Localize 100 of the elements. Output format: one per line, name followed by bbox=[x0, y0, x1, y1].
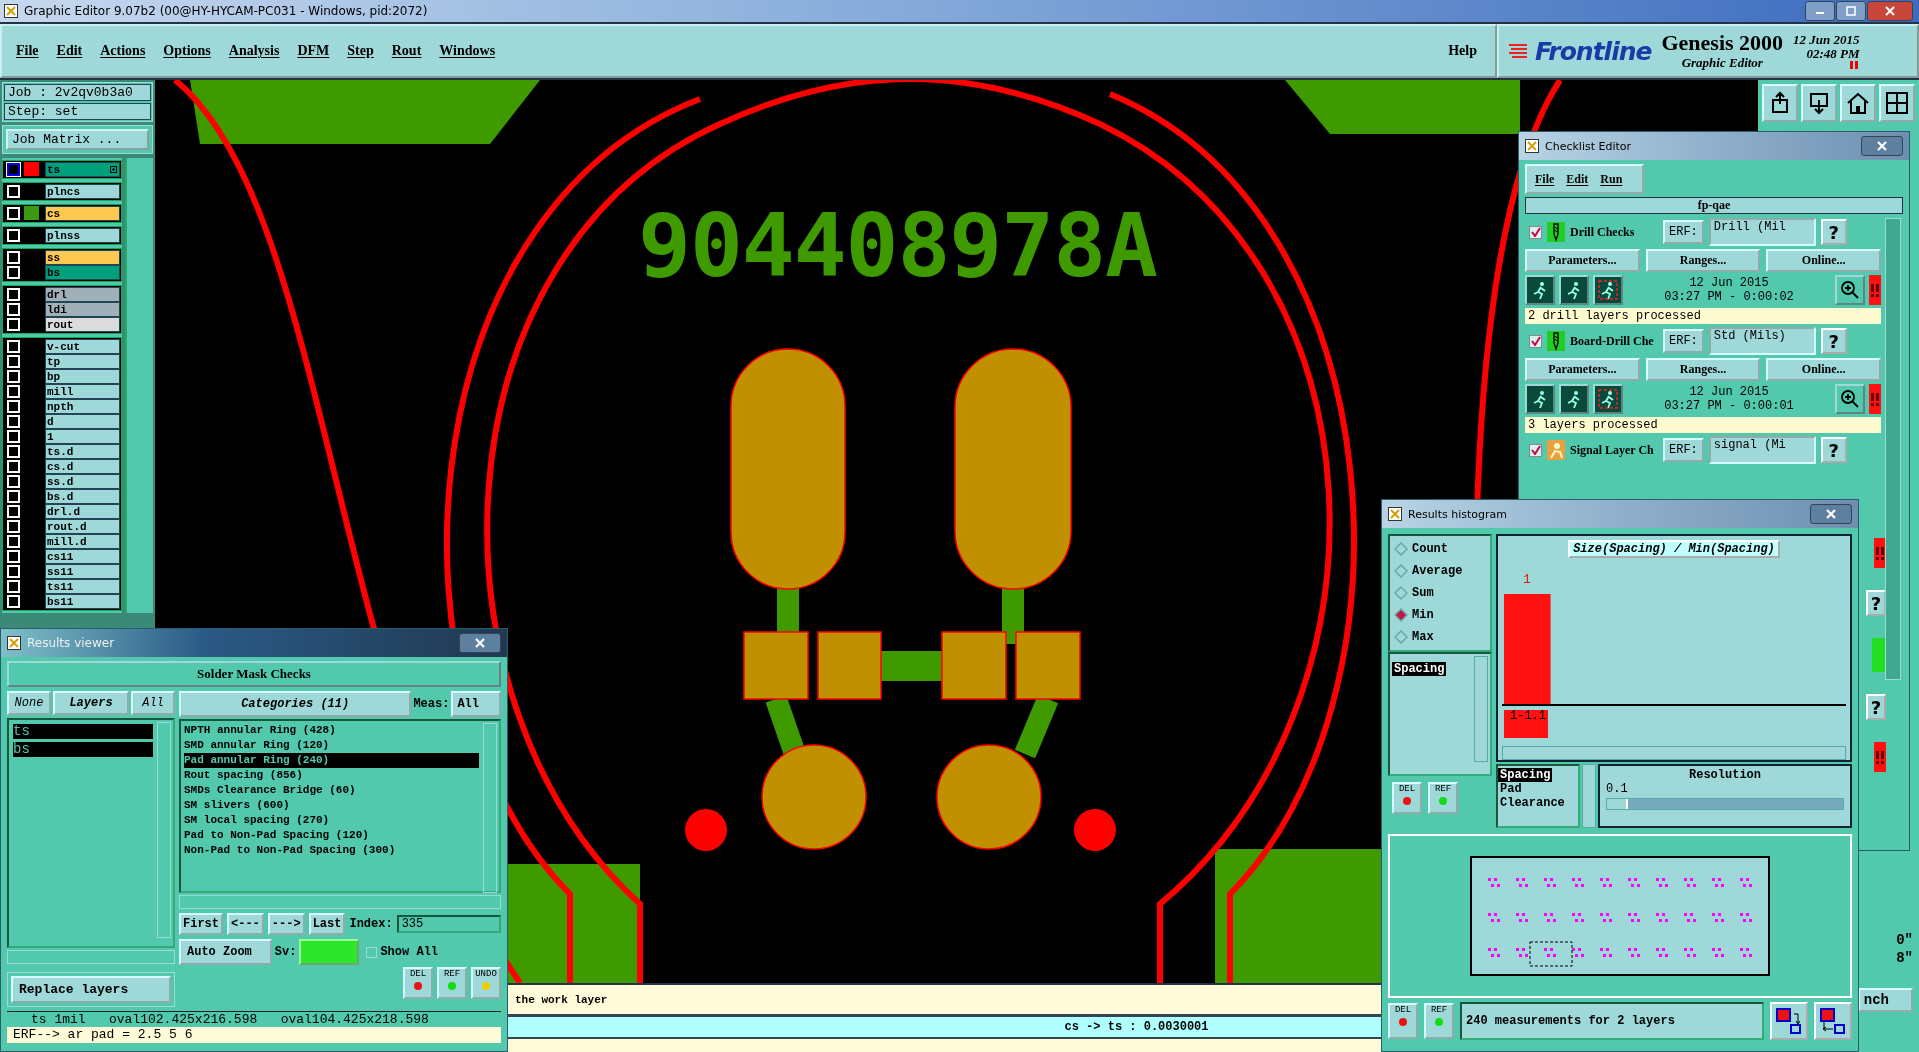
run-button[interactable] bbox=[1525, 384, 1555, 414]
layer-name[interactable]: plnss bbox=[45, 227, 121, 243]
menu-item[interactable]: DFM bbox=[297, 43, 330, 59]
menu-item[interactable]: Actions bbox=[100, 43, 146, 59]
close-button[interactable] bbox=[1810, 504, 1852, 524]
list-item[interactable]: Pad annular Ring (240) bbox=[184, 753, 479, 768]
checklist-button[interactable]: Online... bbox=[1766, 358, 1881, 381]
scrollbar[interactable] bbox=[7, 950, 175, 964]
scrollbar[interactable] bbox=[179, 895, 501, 909]
erf-button[interactable]: ERF: bbox=[1663, 329, 1704, 353]
list-item[interactable]: bs bbox=[13, 742, 153, 757]
erf-field[interactable]: Drill (Mil bbox=[1708, 218, 1816, 246]
job-matrix-button[interactable]: Job Matrix ... bbox=[6, 129, 149, 150]
menu-item[interactable]: Rout bbox=[391, 43, 422, 59]
menu-item[interactable]: File bbox=[16, 43, 39, 59]
close-button[interactable] bbox=[1861, 136, 1903, 156]
navigation-button[interactable]: Last bbox=[308, 913, 346, 935]
action-button[interactable]: UNDO bbox=[471, 967, 501, 999]
action-button[interactable]: REF bbox=[1424, 1003, 1454, 1039]
menu-item[interactable]: Step bbox=[347, 43, 374, 59]
checklist-button[interactable]: Parameters... bbox=[1525, 249, 1640, 272]
color-swatch[interactable] bbox=[24, 206, 39, 220]
scrollbar[interactable] bbox=[483, 723, 497, 893]
minimize-button[interactable] bbox=[1805, 1, 1835, 21]
radio-option[interactable]: Min bbox=[1394, 608, 1486, 622]
list-item[interactable]: Clearance bbox=[1498, 796, 1567, 810]
close-button[interactable] bbox=[459, 633, 501, 653]
action-button[interactable]: DEL bbox=[403, 967, 433, 999]
erf-field[interactable]: Std (Mils) bbox=[1708, 327, 1816, 355]
checklist-button[interactable]: Online... bbox=[1766, 249, 1881, 272]
scrollbar[interactable] bbox=[1582, 764, 1596, 828]
import-button[interactable] bbox=[1814, 1002, 1852, 1040]
list-item[interactable]: SM local spacing (270) bbox=[184, 813, 479, 828]
scrollbar[interactable] bbox=[1474, 656, 1488, 762]
run-button[interactable] bbox=[1559, 384, 1589, 414]
show-all-checkbox[interactable]: Show All bbox=[366, 945, 439, 959]
list-item[interactable]: Rout spacing (856) bbox=[184, 768, 479, 783]
erf-button[interactable]: ERF: bbox=[1663, 220, 1704, 244]
help-button[interactable]: ? bbox=[1820, 219, 1847, 245]
run-button[interactable] bbox=[1593, 384, 1623, 414]
run-button[interactable] bbox=[1559, 275, 1589, 305]
action-button[interactable]: REF bbox=[1428, 782, 1458, 814]
meas-dropdown[interactable]: All bbox=[451, 691, 501, 717]
checklist-button[interactable]: Ranges... bbox=[1645, 249, 1761, 272]
maximize-button[interactable] bbox=[1836, 1, 1866, 21]
layer-checkbox[interactable] bbox=[7, 162, 20, 176]
replace-layers-dropdown[interactable]: Replace layers bbox=[11, 976, 171, 1003]
help-menu[interactable]: Help bbox=[1448, 43, 1477, 59]
menu-item[interactable]: Run bbox=[1600, 171, 1623, 187]
export-button[interactable] bbox=[1770, 1002, 1808, 1040]
layer-name[interactable]: ss bbox=[45, 249, 121, 265]
action-button[interactable]: REF bbox=[437, 967, 467, 999]
alert-flag[interactable] bbox=[1874, 538, 1886, 568]
menu-item[interactable]: Edit bbox=[1566, 171, 1589, 187]
checklist-button[interactable]: Parameters... bbox=[1525, 358, 1640, 381]
menu-item[interactable]: File bbox=[1535, 171, 1555, 187]
scrollbar[interactable] bbox=[157, 722, 171, 938]
checkbox[interactable] bbox=[1529, 225, 1542, 239]
action-button[interactable]: DEL bbox=[1388, 1003, 1418, 1039]
color-swatch[interactable] bbox=[24, 162, 39, 176]
list-item[interactable]: SMDs Clearance Bridge (60) bbox=[184, 783, 479, 798]
layer-filter-button[interactable]: Layers bbox=[53, 691, 129, 715]
list-item[interactable]: SM slivers (600) bbox=[184, 798, 479, 813]
list-item[interactable]: ts bbox=[13, 724, 153, 739]
navigation-button[interactable]: ---> bbox=[267, 913, 305, 935]
auto-zoom-dropdown[interactable]: Auto Zoom bbox=[179, 939, 272, 965]
erf-field[interactable]: signal (Mi bbox=[1708, 436, 1816, 464]
radio-option[interactable]: Average bbox=[1394, 564, 1486, 578]
menu-item[interactable]: Windows bbox=[439, 43, 496, 59]
run-button[interactable] bbox=[1593, 275, 1623, 305]
list-item[interactable]: SMD annular Ring (120) bbox=[184, 738, 479, 753]
menu-item[interactable]: Edit bbox=[56, 43, 83, 59]
tool-button[interactable] bbox=[1801, 84, 1837, 122]
menu-item[interactable]: Options bbox=[163, 43, 211, 59]
erf-button[interactable]: ERF: bbox=[1663, 438, 1704, 462]
help-button[interactable]: ? bbox=[1866, 590, 1886, 616]
list-item[interactable]: Pad bbox=[1498, 782, 1524, 796]
menu-item[interactable]: Analysis bbox=[228, 43, 280, 59]
radio-option[interactable]: Sum bbox=[1394, 586, 1486, 600]
layer-name[interactable]: cs bbox=[45, 205, 121, 221]
list-item[interactable]: Spacing bbox=[1498, 768, 1553, 782]
help-button[interactable]: ? bbox=[1820, 328, 1847, 354]
navigation-button[interactable]: First bbox=[179, 913, 223, 935]
list-item[interactable]: Pad to Non-Pad Spacing (120) bbox=[184, 828, 479, 843]
navigation-button[interactable]: <--- bbox=[227, 913, 264, 935]
run-button[interactable] bbox=[1525, 275, 1555, 305]
checklist-button[interactable]: Ranges... bbox=[1645, 358, 1761, 381]
tool-button[interactable] bbox=[1879, 84, 1915, 122]
help-button[interactable]: ? bbox=[1866, 694, 1886, 720]
tool-button[interactable] bbox=[1840, 84, 1876, 122]
close-button[interactable] bbox=[1867, 1, 1913, 21]
checkbox[interactable] bbox=[1529, 334, 1542, 348]
action-button[interactable]: DEL bbox=[1392, 782, 1422, 814]
radio-option[interactable]: Max bbox=[1394, 630, 1486, 644]
scrollbar[interactable] bbox=[1502, 746, 1846, 760]
units-dropdown[interactable]: nch bbox=[1857, 988, 1913, 1012]
scrollbar[interactable] bbox=[1885, 218, 1901, 680]
list-item[interactable]: NPTH annular Ring (428) bbox=[184, 723, 479, 738]
layer-name[interactable]: drl bbox=[45, 286, 121, 302]
tool-button[interactable] bbox=[1762, 84, 1798, 122]
